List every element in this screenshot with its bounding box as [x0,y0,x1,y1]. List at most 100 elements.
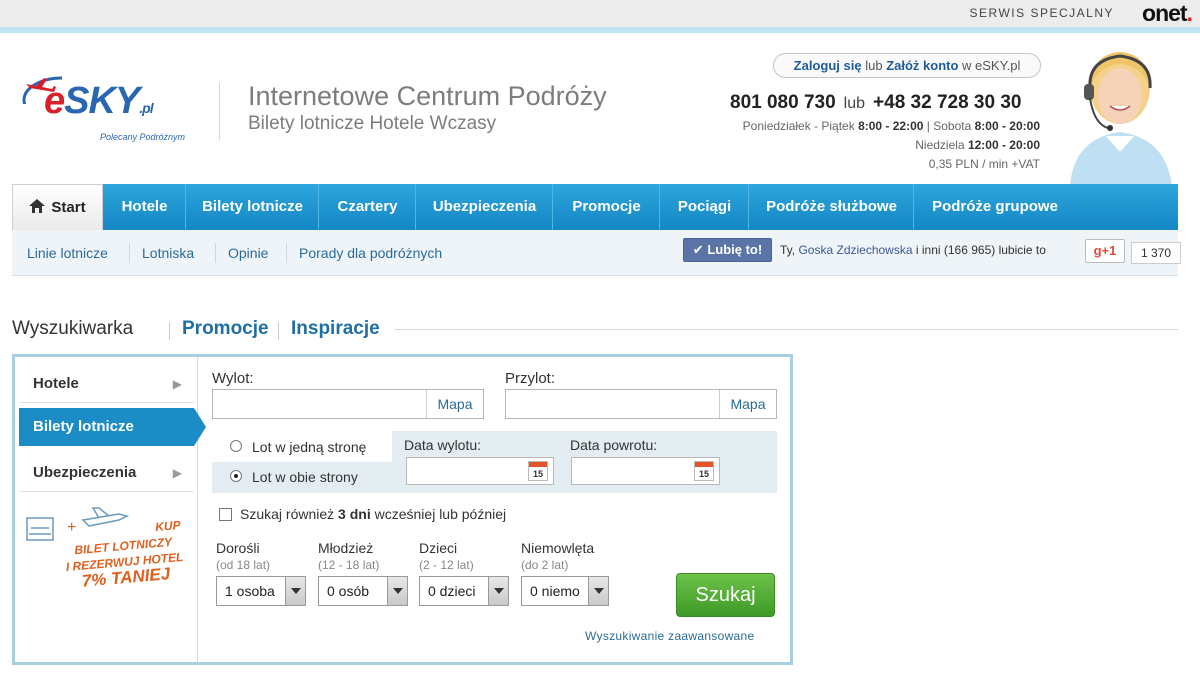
youth-sub: (12 - 18 lat) [318,558,380,572]
nav-ubezpieczenia[interactable]: Ubezpieczenia [417,184,553,230]
calendar-icon[interactable]: 15 [694,461,714,481]
tab-inspiracje[interactable]: Inspiracje [291,318,380,340]
nav-pociagi[interactable]: Pociągi [661,184,749,230]
youth-select[interactable]: 0 osób [318,576,408,606]
esky-logo[interactable]: eSKY.pl Polecany Podróżnym [20,70,200,150]
children-select[interactable]: 0 dzieci [419,576,509,606]
children-value: 0 dzieci [428,583,476,599]
sidebar-item-hotele[interactable]: Hotele ▶ [19,365,194,403]
date-out-label: Data wylotu: [404,437,482,453]
przylot-field[interactable]: Mapa [505,389,777,419]
phone-separator: lub [843,95,866,112]
sidebar-item-label: Hotele [33,375,79,392]
logo-name: SKY [64,80,140,122]
logo-e-letter: e [44,80,65,122]
sidebar-item-bilety-lotnicze[interactable]: Bilety lotnicze [19,408,206,446]
flex-dates-label[interactable]: Szukaj również 3 dni wcześniej lub późni… [240,506,506,522]
wylot-field[interactable]: Mapa [212,389,484,419]
tab-promocje[interactable]: Promocje [182,318,269,340]
phone-primary: 801 080 730 [730,92,836,113]
wylot-mapa-link[interactable]: Mapa [426,390,483,418]
subnav-divider [286,243,287,263]
dropdown-arrow-icon [285,577,305,605]
nav-start-label: Start [51,199,86,216]
advanced-search-link[interactable]: Wyszukiwanie zaawansowane [585,629,754,643]
calendar-icon[interactable]: 15 [528,461,548,481]
onet-logo[interactable]: onet. [1142,0,1193,27]
hours-sat-value: 8:00 - 20:00 [974,119,1040,133]
like-prefix: Ty, [780,243,796,257]
nav-bilety-lotnicze[interactable]: Bilety lotnicze [187,184,319,230]
subnav-divider [215,243,216,263]
login-pill: Zaloguj się lub Załóż konto w eSKY.pl [773,53,1041,78]
hours-sat-label: | Sobota [926,119,972,133]
contact-phones: 801 080 730 lub +48 32 728 30 30 [730,92,1021,114]
promo-text: KUP BILET LOTNICZY I REZERWUJ HOTEL 7% T… [62,517,185,591]
adults-select[interactable]: 1 osoba [216,576,306,606]
calendar-icon-day: 15 [532,469,543,479]
login-suffix: w eSKY.pl [962,58,1021,73]
like-friend-link[interactable]: Goska Zdziechowska [798,243,912,257]
sidebar-item-label: Bilety lotnicze [33,418,134,435]
infants-select[interactable]: 0 niemo [521,576,609,606]
page-tagline: Internetowe Centrum Podróży [248,81,607,111]
sidebar-item-label: Ubezpieczenia [33,464,137,481]
subnav-opinie[interactable]: Opinie [228,245,268,261]
tab-divider [278,322,279,340]
logo-wordmark: eSKY.pl [44,80,154,123]
nav-hotele[interactable]: Hotele [104,184,186,230]
register-link[interactable]: Załóż konto [886,58,958,73]
facebook-like-button[interactable]: ✔ Lubię to! [683,238,772,262]
infants-label: Niemowlęta [521,540,595,556]
gplus-count: 1 370 [1131,242,1181,264]
hours-sun-value: 12:00 - 20:00 [967,138,1040,152]
search-sidebar: Hotele ▶ Bilety lotnicze Ubezpieczenia ▶ +… [15,357,206,662]
subnav-linie-lotnicze[interactable]: Linie lotnicze [27,245,108,261]
adults-value: 1 osoba [225,583,275,599]
adults-sub: (od 18 lat) [216,558,271,572]
facebook-like-text: Ty, Goska Zdziechowska i inni (166 965) … [780,243,1046,257]
like-label: Lubię to! [707,242,763,257]
gplus-button[interactable]: g+1 [1085,239,1125,263]
hours-week-value: 8:00 - 22:00 [858,119,924,133]
tab-divider [169,322,170,340]
round-trip-label[interactable]: Lot w obie strony [252,469,358,485]
subnav-porady[interactable]: Porady dla podróżnych [299,245,442,261]
search-button[interactable]: Szukaj [676,573,775,617]
onet-topbar: SERWIS SPECJALNY onet. [0,0,1200,33]
one-way-radio[interactable] [230,440,242,452]
date-out-field[interactable]: 15 [406,457,554,485]
tab-wyszukiwarka[interactable]: Wyszukiwarka [12,318,133,340]
nav-podroze-grupowe[interactable]: Podróże grupowe [915,184,1075,230]
nav-podroze-sluzbowe[interactable]: Podróże służbowe [750,184,914,230]
date-back-field[interactable]: 15 [571,457,720,485]
hours-sun-label: Niedziela [915,138,965,152]
onet-logo-text: onet [1142,0,1188,26]
infants-sub: (do 2 lat) [521,558,569,572]
login-link[interactable]: Zaloguj się [794,58,862,73]
one-way-label[interactable]: Lot w jedną stronę [252,439,366,455]
nav-promocje[interactable]: Promocje [554,184,660,230]
subnav-lotniska[interactable]: Lotniska [142,245,194,261]
phone-secondary: +48 32 728 30 30 [873,92,1022,113]
przylot-mapa-link[interactable]: Mapa [719,390,776,418]
login-or: lub [865,58,883,73]
tabs-underline [395,329,1178,330]
nav-start[interactable]: Start [12,184,103,231]
check-icon: ✔ [692,242,704,257]
nav-czartery[interactable]: Czartery [320,184,416,230]
round-trip-radio[interactable] [230,470,242,482]
dates-box: Lot w jedną stronę Lot w obie strony Dat… [212,431,777,493]
flex-dates-checkbox[interactable] [219,508,232,521]
promo-banner[interactable]: + KUP BILET LOTNICZY I REZERWUJ HOTEL 7%… [19,502,194,612]
infants-value: 0 niemo [530,583,580,599]
onet-logo-dot: . [1186,0,1193,26]
sidebar-item-ubezpieczenia[interactable]: Ubezpieczenia ▶ [19,454,194,492]
hours-sunday: Niedziela 12:00 - 20:00 [915,138,1040,152]
flex-suffix: wcześniej lub później [374,506,507,522]
consultant-image [1070,52,1172,186]
subnav-divider [129,243,130,263]
dropdown-arrow-icon [588,577,608,605]
call-price-note: 0,35 PLN / min +VAT [928,157,1040,171]
children-sub: (2 - 12 lat) [419,558,474,572]
